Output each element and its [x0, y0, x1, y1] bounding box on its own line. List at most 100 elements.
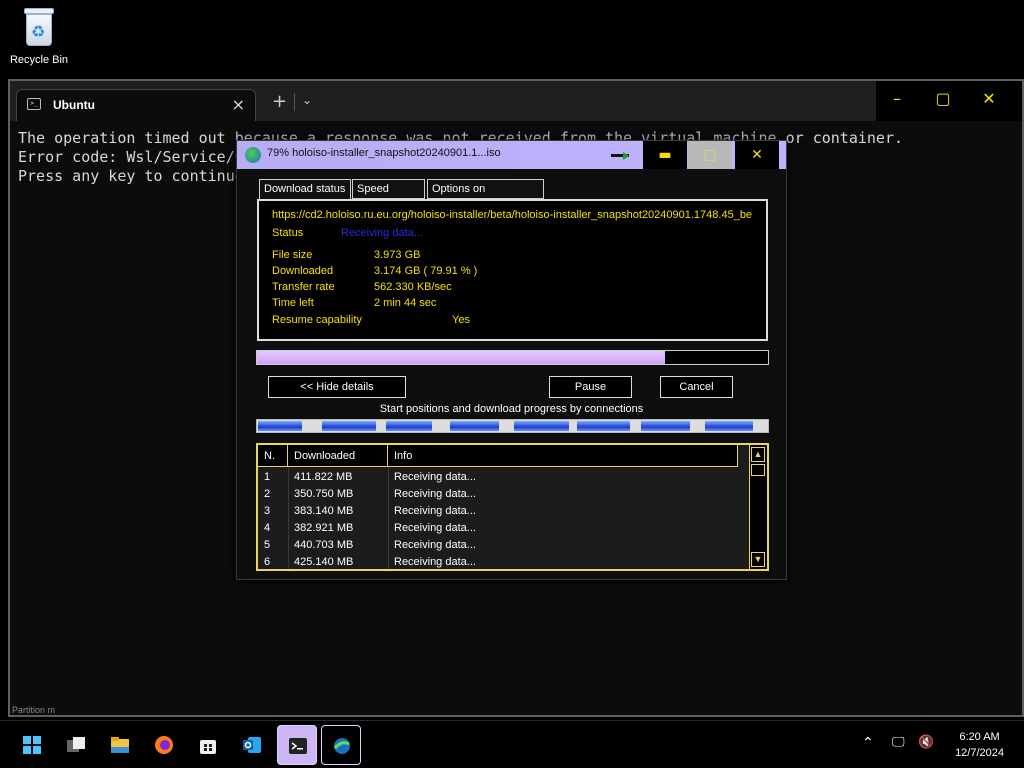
table-row[interactable]: 5 440.703 MB Receiving data... — [258, 537, 738, 554]
chevron-down-icon[interactable]: ⌄ — [302, 93, 312, 107]
connections-table: N. Downloaded Info 1 411.822 MB Receiving … — [256, 443, 769, 571]
status-value: Receiving data... — [341, 227, 423, 239]
cell-n: 2 — [264, 488, 271, 500]
transfer-rate-label: Transfer rate — [272, 281, 335, 293]
table-header: N. Downloaded Info — [258, 445, 738, 467]
pause-button[interactable]: Pause — [549, 376, 632, 398]
connections-progress-bar — [256, 419, 769, 433]
download-url: https://cd2.holoiso.ru.eu.org/holoiso-in… — [272, 209, 753, 221]
firefox-button[interactable] — [144, 725, 184, 765]
table-scrollbar[interactable]: ▲ ▼ — [749, 445, 767, 569]
tab-title: Ubuntu — [53, 98, 95, 112]
download-status-panel: https://cd2.holoiso.ru.eu.org/holoiso-in… — [257, 199, 768, 341]
desktop: ♻ Recycle Bin >_ Ubuntu × + ⌄ – ▢ ✕ The … — [0, 0, 1024, 720]
scroll-up-icon[interactable]: ▲ — [751, 447, 765, 462]
cell-n: 5 — [264, 539, 271, 551]
terminal-titlebar[interactable]: >_ Ubuntu × + ⌄ – ▢ ✕ — [10, 81, 1022, 121]
clock-date: 12/7/2024 — [955, 747, 1004, 759]
terminal-taskbar-button[interactable] — [277, 725, 317, 765]
tab-speed-limiter[interactable]: Speed Limiter — [352, 179, 425, 213]
clock[interactable]: 6:20 AM 12/7/2024 — [955, 729, 1004, 761]
network-icon[interactable]: 🖵 — [892, 735, 905, 750]
cell-info: Receiving data... — [394, 488, 476, 500]
connection-segment — [641, 421, 691, 431]
scroll-down-icon[interactable]: ▼ — [751, 552, 765, 567]
column-header-downloaded[interactable]: Downloaded — [288, 445, 388, 467]
dialog-maximize-button[interactable]: □ — [688, 141, 732, 169]
download-progress-bar — [256, 350, 769, 365]
table-row[interactable]: 6 425.140 MB Receiving data... — [258, 554, 738, 571]
connection-segment — [385, 421, 432, 431]
dialog-title: 79% holoiso-installer_snapshot20240901.1… — [267, 147, 501, 159]
connection-segment — [577, 421, 630, 431]
downloaded-label: Downloaded — [272, 265, 334, 277]
cell-info: Receiving data... — [394, 522, 476, 534]
arrow-right-icon — [611, 151, 629, 160]
dialog-close-button[interactable]: ✕ — [735, 141, 779, 169]
tab-divider — [294, 93, 295, 111]
connections-label: Start positions and download progress by… — [379, 403, 644, 415]
tab-options-on-completion[interactable]: Options on completion — [427, 179, 544, 213]
cell-downloaded: 382.921 MB — [294, 522, 354, 534]
file-explorer-icon — [111, 737, 129, 753]
start-button[interactable] — [12, 725, 52, 765]
dialog-minimize-button[interactable]: ▬ — [643, 141, 687, 169]
download-manager-icon — [333, 738, 350, 754]
start-icon — [23, 736, 41, 754]
download-manager-taskbar-button[interactable] — [321, 725, 361, 765]
table-row[interactable]: 1 411.822 MB Receiving data... — [258, 469, 738, 486]
status-label: Status — [272, 227, 304, 239]
file-size-label: File size — [272, 249, 313, 261]
task-view-button[interactable] — [56, 725, 96, 765]
connection-segment — [449, 421, 499, 431]
recycle-bin[interactable]: ♻ Recycle Bin — [6, 6, 72, 66]
time-left-value: 2 min 44 sec — [374, 297, 437, 309]
download-dialog: 79% holoiso-installer_snapshot20240901.1… — [236, 140, 787, 580]
table-row[interactable]: 3 383.140 MB Receiving data... — [258, 503, 738, 520]
cell-downloaded: 383.140 MB — [294, 505, 354, 517]
terminal-tab-icon: >_ — [27, 98, 41, 110]
cell-downloaded: 440.703 MB — [294, 539, 354, 551]
tab-ubuntu[interactable]: >_ Ubuntu × — [16, 89, 256, 121]
resume-capability-value: Yes — [452, 314, 470, 326]
minimize-button[interactable]: – — [882, 89, 912, 108]
connection-segment — [513, 421, 569, 431]
maximize-button[interactable]: ▢ — [928, 89, 958, 108]
column-header-n[interactable]: N. — [258, 445, 288, 467]
clock-time: 6:20 AM — [959, 731, 1000, 743]
progress-fill — [257, 351, 666, 364]
file-explorer-button[interactable] — [100, 725, 140, 765]
table-row[interactable]: 2 350.750 MB Receiving data... — [258, 486, 738, 503]
cell-info: Receiving data... — [394, 556, 476, 568]
tab-download-status[interactable]: Download status — [259, 179, 351, 199]
close-tab-icon[interactable]: × — [232, 95, 245, 114]
table-row[interactable]: 4 382.921 MB Receiving data... — [258, 520, 738, 537]
store-icon — [200, 740, 216, 754]
recycle-bin-icon: ♻ — [22, 6, 56, 48]
download-manager-icon — [245, 147, 261, 163]
transfer-rate-value: 562.330 KB/sec — [374, 281, 452, 293]
cell-n: 6 — [264, 556, 271, 568]
cell-info: Receiving data... — [394, 471, 476, 483]
outlook-button[interactable] — [232, 725, 272, 765]
cell-n: 4 — [264, 522, 271, 534]
chevron-up-icon[interactable]: ⌃ — [862, 735, 874, 751]
new-tab-button[interactable]: + — [272, 91, 287, 112]
cell-downloaded: 425.140 MB — [294, 556, 354, 568]
terminal-window-controls: – ▢ ✕ — [876, 81, 1022, 121]
hide-details-button[interactable]: << Hide details — [268, 376, 406, 398]
terminal-footer-text: Partition m — [12, 705, 56, 715]
scroll-thumb[interactable] — [751, 464, 765, 476]
dialog-titlebar[interactable]: 79% holoiso-installer_snapshot20240901.1… — [237, 141, 786, 169]
close-button[interactable]: ✕ — [974, 89, 1004, 108]
connection-segment — [321, 421, 377, 431]
firefox-icon — [155, 736, 173, 754]
time-left-label: Time left — [272, 297, 314, 309]
cancel-button[interactable]: Cancel — [660, 376, 733, 398]
outlook-icon — [243, 737, 261, 753]
resume-capability-label: Resume capability — [272, 314, 362, 326]
column-header-info[interactable]: Info — [388, 445, 738, 467]
connection-segment — [705, 421, 753, 431]
volume-muted-icon[interactable]: 🔇 — [918, 735, 934, 750]
store-button[interactable] — [188, 725, 228, 765]
